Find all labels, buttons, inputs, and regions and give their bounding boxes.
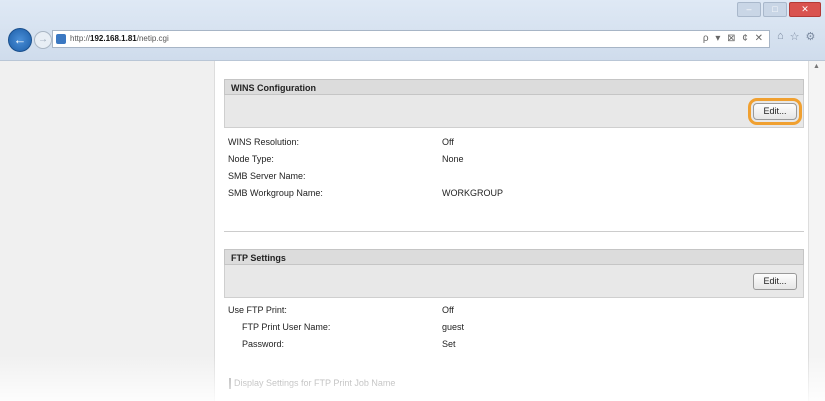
browser-chrome: ‒ □ ✕ ← → http://192.168.1.81/netip.cgi … xyxy=(0,0,825,61)
favorites-star-icon[interactable]: ☆ xyxy=(790,30,800,43)
wins-section-title: WINS Configuration xyxy=(224,79,804,95)
row-label: Use FTP Print: xyxy=(228,305,287,315)
row-value: None xyxy=(442,154,464,164)
row-value: Set xyxy=(442,339,456,349)
wins-row-smb-workgroup: SMB Workgroup Name: WORKGROUP xyxy=(224,185,804,202)
home-icon[interactable]: ⌂ xyxy=(777,30,784,43)
row-label: SMB Workgroup Name: xyxy=(228,188,323,198)
url-path: /netip.cgi xyxy=(136,34,169,43)
wins-configuration-section: WINS Configuration Edit... WINS Resoluti… xyxy=(224,79,804,202)
wins-row-node-type: Node Type: None xyxy=(224,151,804,168)
row-label: Password: xyxy=(242,339,285,349)
row-label: SMB Server Name: xyxy=(228,171,306,181)
row-value: Off xyxy=(442,305,454,315)
url-text: http://192.168.1.81/netip.cgi xyxy=(70,34,169,43)
row-label: WINS Resolution: xyxy=(228,137,300,147)
ftp-row-password: Password: Set xyxy=(224,336,804,353)
address-bar-actions[interactable]: ρ ▾ ⊠ ¢ ✕ xyxy=(703,33,765,44)
maximize-button[interactable]: □ xyxy=(763,2,787,17)
scroll-up-arrow-icon[interactable]: ▲ xyxy=(813,63,820,70)
minimize-button[interactable]: ‒ xyxy=(737,2,761,17)
close-window-button[interactable]: ✕ xyxy=(789,2,821,17)
row-label: Node Type: xyxy=(228,154,274,164)
wins-edit-button[interactable]: Edit... xyxy=(748,98,802,125)
left-navigation-pane xyxy=(0,61,215,401)
window-controls: ‒ □ ✕ xyxy=(737,2,821,17)
settings-gear-icon[interactable]: ⚙ xyxy=(806,30,816,43)
ftp-settings-section: FTP Settings Edit... Use FTP Print: Off … xyxy=(224,249,804,353)
wins-row-smb-server: SMB Server Name: xyxy=(224,168,804,185)
section-divider xyxy=(224,231,804,232)
ftp-job-name-link[interactable]: Display Settings for FTP Print Job Name xyxy=(228,378,395,389)
site-favicon-icon xyxy=(56,34,66,44)
ftp-section-title: FTP Settings xyxy=(224,249,804,265)
row-value: Off xyxy=(442,137,454,147)
row-label: FTP Print User Name: xyxy=(242,322,331,332)
url-prefix: http:// xyxy=(70,34,91,43)
wins-row-resolution: WINS Resolution: Off xyxy=(224,134,804,151)
ftp-action-bar: Edit... xyxy=(224,265,804,298)
back-arrow-icon[interactable]: ← xyxy=(8,28,32,52)
ftp-row-user-name: FTP Print User Name: guest xyxy=(224,319,804,336)
ftp-row-use-ftp-print: Use FTP Print: Off xyxy=(224,302,804,319)
ftp-edit-button[interactable]: Edit... xyxy=(753,273,797,290)
address-bar[interactable]: http://192.168.1.81/netip.cgi ρ ▾ ⊠ ¢ ✕ xyxy=(52,30,770,48)
row-value: WORKGROUP xyxy=(442,188,504,198)
forward-arrow-icon[interactable]: → xyxy=(34,31,52,49)
row-value: guest xyxy=(442,322,465,332)
vertical-scrollbar[interactable]: ▲ xyxy=(808,61,825,401)
url-host: 192.168.1.81 xyxy=(90,34,137,43)
browser-toolbar: ⌂ ☆ ⚙ xyxy=(777,30,815,43)
wins-action-bar: Edit... xyxy=(224,95,804,128)
